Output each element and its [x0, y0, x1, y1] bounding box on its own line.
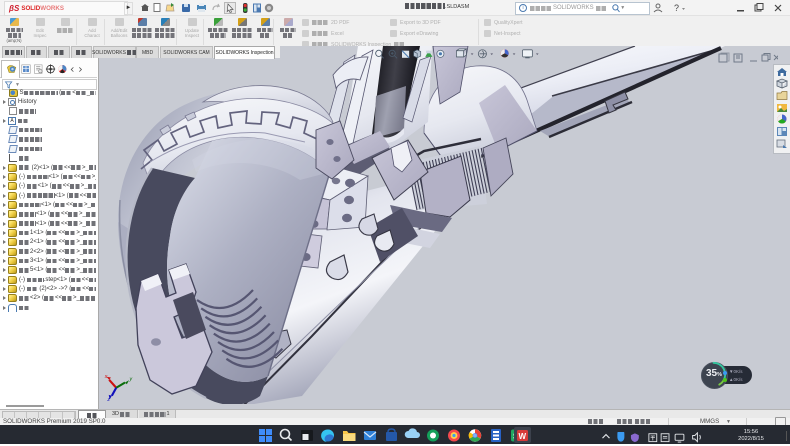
svg-text:x: x	[104, 374, 108, 380]
svg-text:W: W	[519, 432, 527, 441]
svg-text:y: y	[128, 377, 132, 383]
svg-text:?: ?	[674, 3, 679, 13]
svg-text:z: z	[106, 397, 110, 401]
